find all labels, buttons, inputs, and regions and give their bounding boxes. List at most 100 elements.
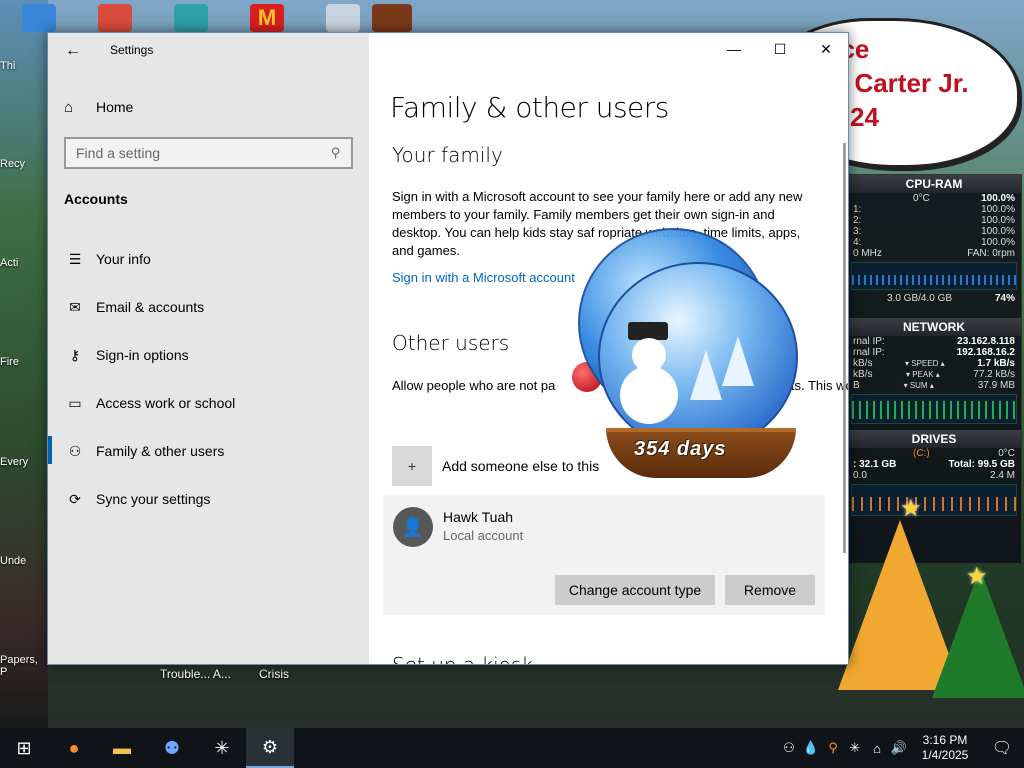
cpu-ram-title: CPU-RAM bbox=[847, 175, 1021, 193]
desktop-icon-this-pc[interactable]: Thi bbox=[0, 60, 46, 72]
taskbar: ⊞ ● ▬ ⚉ ✳ ⚙ ⚇ 💧 ⚲ ✳ ⌂ 🔊 3:16 PM 1/4/2025… bbox=[0, 728, 1024, 768]
file-explorer-icon[interactable]: ▬ bbox=[98, 728, 146, 768]
sidebar-item-family-other-users[interactable]: ⚇ Family & other users bbox=[48, 429, 369, 473]
core-id: 4: bbox=[853, 237, 862, 248]
days-countdown: 354 days bbox=[634, 438, 727, 460]
desktop-icon-firefox[interactable]: Fire bbox=[0, 356, 46, 368]
speed-label: ▾ SPEED ▴ bbox=[905, 359, 945, 368]
minimize-button[interactable]: — bbox=[711, 33, 757, 65]
clock-date: 1/4/2025 bbox=[921, 748, 969, 762]
settings-sidebar: ← Settings ⌂ Home ⚲ Accounts ☰ Your info… bbox=[48, 33, 369, 664]
poster-line-3: 24 bbox=[850, 102, 879, 132]
ram-usage: 3.0 GB/4.0 GB bbox=[887, 293, 953, 304]
desktop-icon-papers-please[interactable]: Papers, P bbox=[0, 654, 46, 678]
desktop-icon-everything[interactable]: Every bbox=[0, 456, 46, 468]
core-id: 3: bbox=[853, 226, 862, 237]
sparkle-tray-icon[interactable]: ✳ bbox=[844, 740, 866, 756]
peak-left: kB/s bbox=[853, 369, 873, 380]
sidebar-item-email-accounts[interactable]: ✉ Email & accounts bbox=[48, 285, 369, 329]
net-speed: 1.7 kB/s bbox=[977, 358, 1015, 369]
family-description: Sign in with a Microsoft account to see … bbox=[392, 189, 803, 258]
snowman-body-icon bbox=[620, 366, 678, 424]
desktop-label-trouble[interactable]: Trouble... A... bbox=[160, 667, 231, 681]
net-sum: 37.9 MB bbox=[977, 380, 1015, 391]
windows-start-icon[interactable]: ⊞ bbox=[0, 728, 48, 768]
active-indicator bbox=[48, 436, 52, 464]
sparkle-app-icon[interactable]: ✳ bbox=[198, 728, 246, 768]
home-icon: ⌂ bbox=[64, 98, 74, 116]
user-name: Hawk Tuah bbox=[443, 509, 514, 525]
desktop-label: Unde bbox=[0, 555, 27, 567]
people-app-icon[interactable]: ⚉ bbox=[148, 728, 196, 768]
maximize-button[interactable]: ☐ bbox=[757, 33, 803, 65]
desktop-icon-recycle-bin[interactable]: Recy bbox=[0, 158, 46, 170]
snowy-pine-icon bbox=[690, 350, 722, 400]
sum-label: ▾ SUM ▴ bbox=[903, 381, 934, 390]
desktop-label-crisis[interactable]: Crisis bbox=[259, 667, 289, 681]
people-tray-icon[interactable]: ⚇ bbox=[778, 740, 800, 756]
desktop-icon-activate[interactable]: Acti bbox=[0, 257, 46, 269]
sign-in-microsoft-link[interactable]: Sign in with a Microsoft account bbox=[392, 270, 575, 285]
desktop-label: Acti bbox=[0, 257, 19, 269]
remove-button[interactable]: Remove bbox=[725, 575, 815, 605]
net-peak: 77.2 kB/s bbox=[973, 369, 1015, 380]
desktop-icon-character[interactable] bbox=[174, 4, 208, 32]
desktop-label: Papers, P bbox=[0, 654, 38, 678]
ext-ip: 23.162.8.118 bbox=[957, 336, 1015, 347]
ram-percent: 74% bbox=[994, 293, 1015, 304]
nav-home-label: Home bbox=[96, 99, 134, 115]
sidebar-item-sign-in-options[interactable]: ⚷ Sign-in options bbox=[48, 333, 369, 377]
back-arrow-icon[interactable]: ← bbox=[58, 39, 88, 63]
cpu-mhz: 0 MHz bbox=[853, 248, 882, 259]
core-value: 100.0% bbox=[981, 226, 1015, 237]
person-card-icon: ☰ bbox=[68, 250, 82, 267]
desktop-icon-undertale[interactable]: Unde bbox=[0, 555, 46, 567]
cpu-total: 100.0% bbox=[981, 193, 1015, 204]
core-value: 100.0% bbox=[981, 215, 1015, 226]
notification-icon[interactable]: 🗨 bbox=[980, 738, 1024, 758]
nav-home[interactable]: ⌂ Home bbox=[64, 97, 133, 117]
desktop-label: Recy bbox=[0, 158, 26, 170]
desktop-icon-blue[interactable] bbox=[22, 4, 56, 32]
other-users-heading: Other users bbox=[392, 331, 510, 355]
search-tray-icon[interactable]: ⚲ bbox=[822, 740, 844, 756]
taskbar-clock[interactable]: 3:16 PM 1/4/2025 bbox=[910, 733, 980, 763]
key-icon: ⚷ bbox=[69, 346, 81, 363]
sidebar-item-access-work[interactable]: ▭ Access work or school bbox=[48, 381, 369, 425]
desktop-icon-pattern[interactable] bbox=[98, 4, 132, 32]
network-graph bbox=[851, 394, 1017, 424]
kiosk-heading: Set up a kiosk bbox=[392, 653, 533, 665]
add-someone-label: Add someone else to this bbox=[442, 458, 600, 474]
desktop-icon-mcdonalds[interactable]: M bbox=[250, 4, 284, 32]
firefox-icon[interactable]: ● bbox=[50, 728, 98, 768]
volume-tray-icon[interactable]: 🔊 bbox=[888, 740, 910, 756]
sidebar-item-label: Email & accounts bbox=[96, 299, 205, 315]
change-account-type-button[interactable]: Change account type bbox=[555, 575, 715, 605]
section-label-accounts: Accounts bbox=[64, 191, 128, 207]
user-account-type: Local account bbox=[443, 528, 524, 543]
drive-read: 0.0 bbox=[853, 470, 867, 481]
sidebar-item-your-info[interactable]: ☰ Your info bbox=[48, 237, 369, 281]
desktop-label: Thi bbox=[0, 60, 16, 72]
window-title: Settings bbox=[110, 43, 154, 57]
user-card-hawk-tuah[interactable]: 👤 Hawk Tuah Local account Change account… bbox=[383, 495, 825, 615]
drives-title: DRIVES bbox=[847, 430, 1021, 448]
scrollbar[interactable] bbox=[843, 143, 846, 553]
clock-time: 3:16 PM bbox=[922, 733, 968, 747]
network-title: NETWORK bbox=[847, 318, 1021, 336]
droplet-tray-icon[interactable]: 💧 bbox=[800, 740, 822, 756]
search-icon[interactable]: ⚲ bbox=[331, 145, 341, 161]
int-ip: 192.168.16.2 bbox=[956, 347, 1015, 358]
desktop-icon-reindeer[interactable] bbox=[372, 4, 412, 32]
system-monitor-gadget: CPU-RAM 0°C 100.0% 1: 100.0% 2: 100.0% 3: 10… bbox=[846, 174, 1022, 564]
settings-search[interactable]: ⚲ bbox=[64, 137, 353, 169]
core-id: 1: bbox=[853, 204, 862, 215]
add-someone-button[interactable]: + Add someone else to this bbox=[392, 446, 599, 486]
drive-temp: 0°C bbox=[998, 448, 1015, 459]
search-input[interactable] bbox=[76, 145, 332, 161]
settings-gear-icon[interactable]: ⚙ bbox=[246, 728, 294, 768]
desktop-icon-gift[interactable] bbox=[326, 4, 360, 32]
close-button[interactable]: ✕ bbox=[803, 33, 848, 65]
network-tray-icon[interactable]: ⌂ bbox=[866, 741, 888, 756]
sidebar-item-sync-settings[interactable]: ⟳ Sync your settings bbox=[48, 477, 369, 521]
